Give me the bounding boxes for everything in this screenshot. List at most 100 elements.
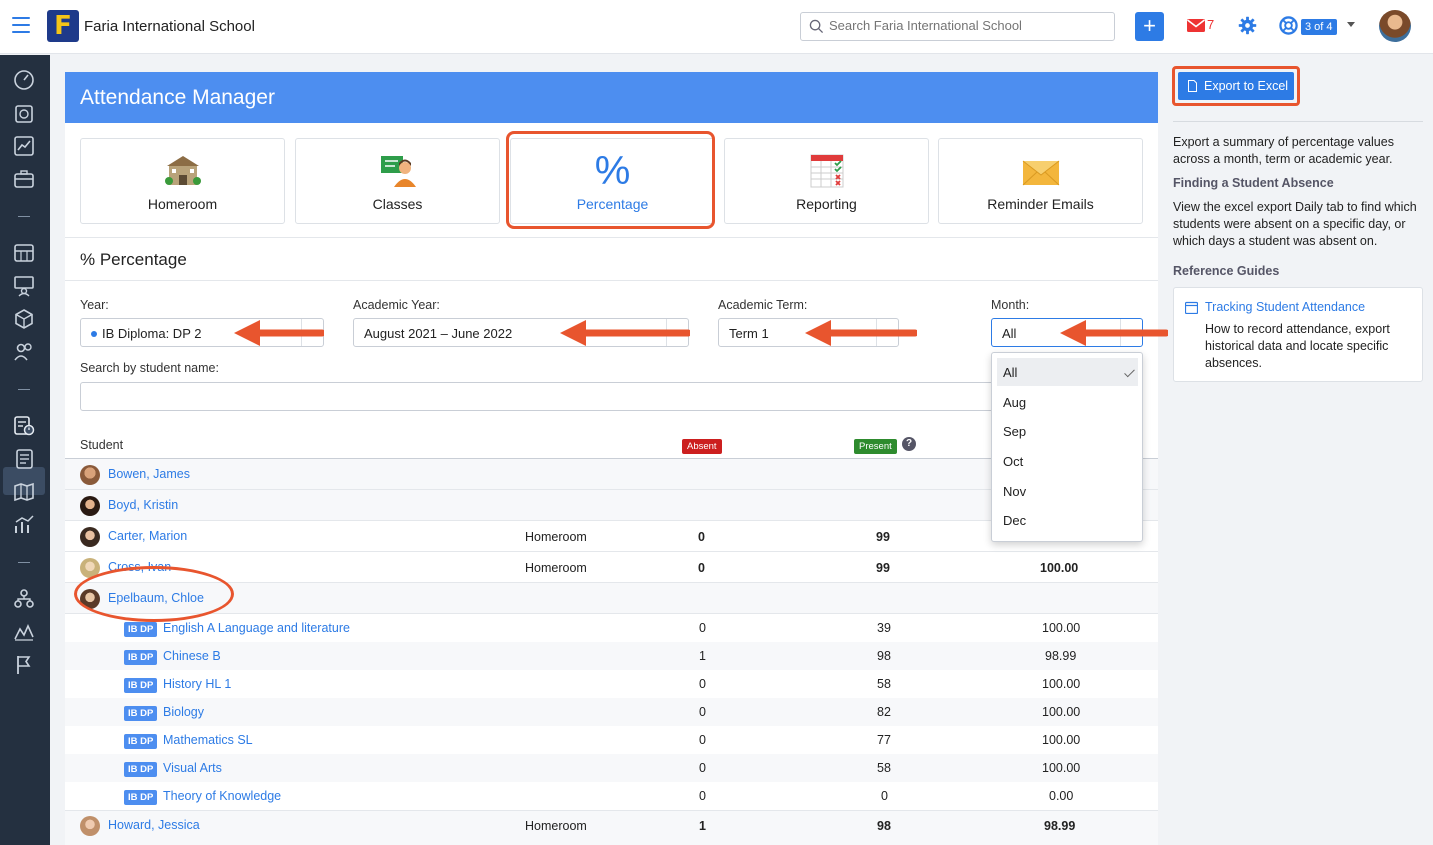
- sidebar: [0, 55, 50, 845]
- class-name-link[interactable]: Chinese B: [163, 649, 221, 663]
- help-lifebuoy-icon[interactable]: [1279, 16, 1298, 35]
- table-row: Cross, Ivan Homeroom 0 99 100.00: [65, 552, 1158, 583]
- export-to-excel-button[interactable]: Export to Excel: [1178, 72, 1294, 100]
- global-search[interactable]: [800, 12, 1115, 41]
- percentage-value: 100.00: [1040, 561, 1079, 575]
- timer-icon[interactable]: [12, 101, 36, 125]
- add-button[interactable]: +: [1135, 12, 1164, 41]
- analytics-icon[interactable]: [12, 513, 36, 537]
- divider: [1173, 121, 1423, 122]
- trends-icon[interactable]: [12, 620, 36, 644]
- sidebar-divider: [18, 389, 30, 390]
- program-tag: IB DP: [124, 622, 158, 637]
- month-option[interactable]: Dec: [997, 506, 1138, 534]
- student-name-link[interactable]: Carter, Marion: [108, 529, 187, 543]
- attendance-icon[interactable]: [12, 414, 36, 438]
- report-sheet-icon: [810, 154, 843, 188]
- school-name[interactable]: Faria International School: [84, 18, 255, 35]
- tile-classes[interactable]: Classes: [295, 138, 500, 224]
- gear-icon[interactable]: [1238, 16, 1257, 35]
- selected-dot-icon: [91, 331, 97, 337]
- month-option[interactable]: All: [997, 358, 1138, 386]
- month-label: Month:: [991, 298, 1030, 312]
- program-tag: IB DP: [124, 762, 158, 777]
- absent-count: 0: [699, 677, 706, 691]
- month-option[interactable]: Nov: [997, 477, 1138, 505]
- student-name-link[interactable]: Bowen, James: [108, 467, 190, 481]
- calendar-grid-icon[interactable]: [12, 241, 36, 265]
- academic-term-value: Term 1: [729, 326, 769, 341]
- program-tag: IB DP: [124, 790, 158, 805]
- divider: [65, 280, 1158, 281]
- class-name-link[interactable]: History HL 1: [163, 677, 231, 691]
- tile-label: Classes: [372, 196, 423, 212]
- student-name-search[interactable]: [80, 382, 1143, 411]
- student-name-link[interactable]: Howard, Jessica: [108, 818, 200, 832]
- percentage-value: 98.99: [1044, 819, 1076, 833]
- tile-homeroom[interactable]: Homeroom: [80, 138, 285, 224]
- help-icon[interactable]: ?: [902, 437, 916, 451]
- present-count: 58: [877, 761, 891, 775]
- menu-icon[interactable]: [12, 17, 30, 35]
- org-chart-icon[interactable]: [12, 587, 36, 611]
- absent-count: 1: [699, 649, 706, 663]
- table-row: IB DP Biology 0 82 100.00: [65, 698, 1158, 726]
- program-tag: IB DP: [124, 706, 158, 721]
- annotation-arrow-icon: [805, 320, 917, 346]
- avatar: [80, 465, 100, 485]
- teacher-board-icon[interactable]: [12, 274, 36, 298]
- section-title: % Percentage: [80, 250, 187, 269]
- percentage-value: 0.00: [1049, 789, 1074, 803]
- chevron-down-icon[interactable]: [1347, 22, 1355, 27]
- flag-icon[interactable]: [12, 653, 36, 677]
- school-logo[interactable]: F: [47, 10, 79, 42]
- map-icon[interactable]: [12, 480, 36, 504]
- calendar-icon: [1185, 301, 1198, 314]
- present-count: 0: [881, 789, 888, 803]
- annotation-arrow-icon: [560, 320, 690, 346]
- highlight-box-percentage: [506, 131, 715, 229]
- class-name-link[interactable]: English A Language and literature: [163, 621, 350, 635]
- tile-reminder-emails[interactable]: Reminder Emails: [938, 138, 1143, 224]
- col-student[interactable]: Student: [80, 438, 123, 452]
- absent-count: 1: [699, 819, 706, 833]
- search-input[interactable]: [829, 18, 1109, 33]
- program-tag: IB DP: [124, 678, 158, 693]
- briefcase-icon[interactable]: [12, 167, 36, 191]
- present-count: 58: [877, 677, 891, 691]
- class-name-link[interactable]: Mathematics SL: [163, 733, 253, 747]
- user-avatar[interactable]: [1379, 10, 1411, 42]
- month-option[interactable]: Oct: [997, 447, 1138, 475]
- month-value: All: [1002, 326, 1017, 341]
- chart-icon[interactable]: [12, 134, 36, 158]
- academic-year-label: Academic Year:: [353, 298, 440, 312]
- class-name-link[interactable]: Visual Arts: [163, 761, 222, 775]
- guide-link[interactable]: Tracking Student Attendance: [1205, 300, 1365, 314]
- absent-count: 0: [699, 705, 706, 719]
- tile-reporting[interactable]: Reporting: [724, 138, 929, 224]
- absent-badge[interactable]: Absent: [682, 439, 722, 454]
- divider: [65, 237, 1158, 238]
- class-name-link[interactable]: Biology: [163, 705, 204, 719]
- tile-label: Homeroom: [147, 196, 218, 212]
- month-option[interactable]: Aug: [997, 388, 1138, 416]
- present-count: 99: [876, 530, 890, 544]
- group-label: Homeroom: [525, 530, 587, 544]
- class-name-link[interactable]: Theory of Knowledge: [163, 789, 281, 803]
- cube-icon[interactable]: [12, 307, 36, 331]
- month-option[interactable]: Sep: [997, 417, 1138, 445]
- student-name-link[interactable]: Boyd, Kristin: [108, 498, 178, 512]
- present-badge[interactable]: Present: [854, 439, 897, 454]
- export-label: Export to Excel: [1204, 79, 1289, 93]
- account-pager[interactable]: 3 of 4: [1301, 19, 1337, 35]
- guide-description: How to record attendance, export histori…: [1205, 322, 1390, 370]
- table-row: Howard, Jessica Homeroom 1 98 98.99: [65, 811, 1158, 845]
- dashboard-icon[interactable]: [12, 68, 36, 92]
- present-count: 98: [877, 819, 891, 833]
- documents-icon[interactable]: [12, 447, 36, 471]
- mail-icon[interactable]: [1186, 17, 1206, 33]
- table-row: IB DP English A Language and literature …: [65, 614, 1158, 642]
- sidebar-divider: [18, 562, 30, 563]
- users-icon[interactable]: [12, 340, 36, 364]
- table-row: IB DP History HL 1 0 58 100.00: [65, 670, 1158, 698]
